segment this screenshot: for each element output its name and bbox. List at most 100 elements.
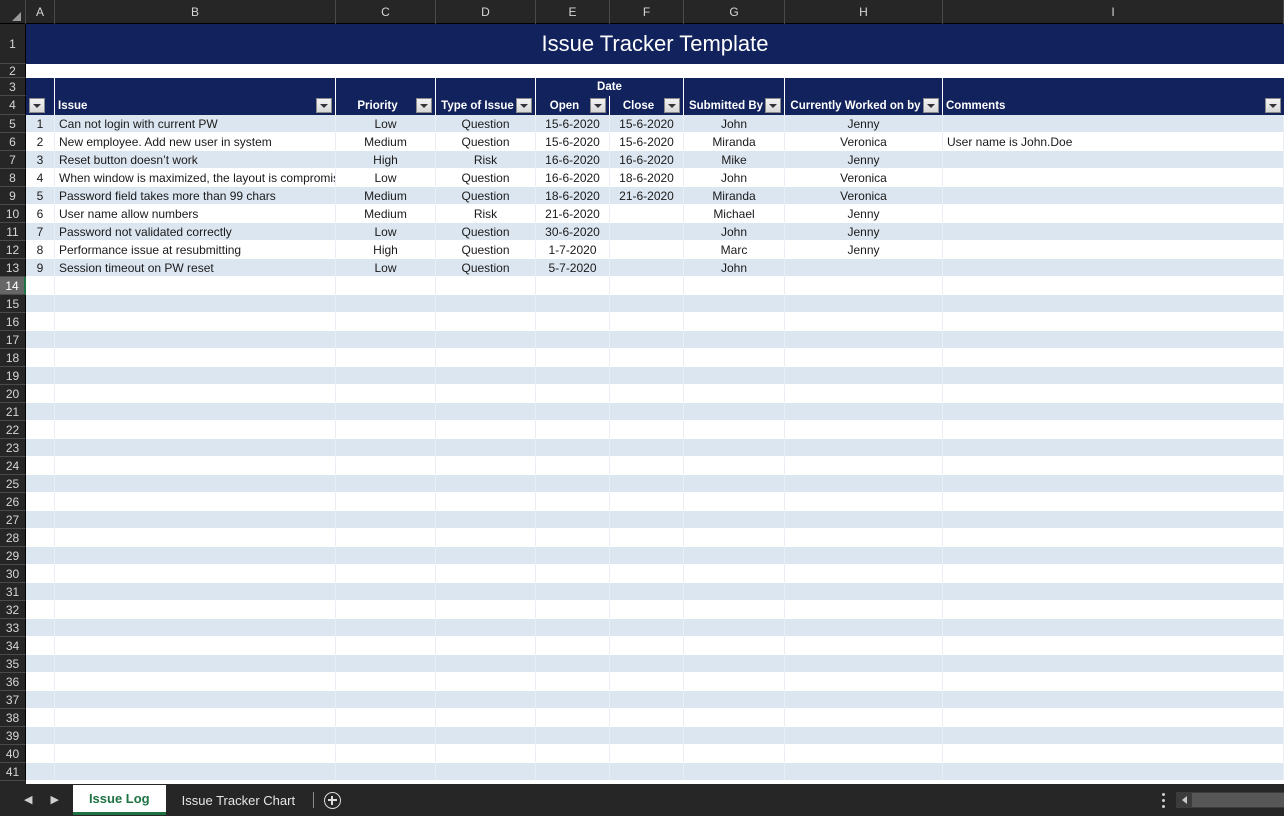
row-header-36[interactable]: 36	[0, 673, 26, 691]
empty-cell[interactable]	[785, 277, 943, 295]
row-header-28[interactable]: 28	[0, 529, 26, 547]
empty-cell[interactable]	[55, 457, 336, 475]
empty-cell[interactable]	[55, 331, 336, 349]
row-header-4[interactable]: 4	[0, 96, 26, 115]
cell-type-of-issue[interactable]: Question	[436, 223, 536, 241]
row-header-15[interactable]: 15	[0, 295, 26, 313]
empty-cell[interactable]	[336, 331, 436, 349]
empty-cell[interactable]	[26, 421, 55, 439]
empty-cell[interactable]	[336, 511, 436, 529]
row-header-19[interactable]: 19	[0, 367, 26, 385]
empty-cell[interactable]	[536, 493, 610, 511]
empty-cell[interactable]	[785, 727, 943, 745]
empty-cell[interactable]	[436, 403, 536, 421]
empty-cell[interactable]	[610, 583, 684, 601]
cell-type-of-issue[interactable]: Question	[436, 133, 536, 151]
cell-worked-on-by[interactable]: Jenny	[785, 205, 943, 223]
empty-cell[interactable]	[943, 547, 1284, 565]
cell-worked-on-by[interactable]	[785, 259, 943, 277]
empty-cell[interactable]	[684, 583, 785, 601]
empty-cell[interactable]	[336, 763, 436, 781]
empty-cell[interactable]	[26, 637, 55, 655]
row-header-3[interactable]: 3	[0, 78, 26, 96]
empty-cell[interactable]	[610, 529, 684, 547]
empty-cell[interactable]	[536, 349, 610, 367]
empty-cell[interactable]	[436, 493, 536, 511]
empty-cell[interactable]	[336, 565, 436, 583]
empty-cell[interactable]	[55, 403, 336, 421]
empty-cell[interactable]	[536, 421, 610, 439]
empty-cell[interactable]	[684, 727, 785, 745]
row-header-30[interactable]: 30	[0, 565, 26, 583]
empty-cell[interactable]	[610, 331, 684, 349]
empty-cell[interactable]	[436, 565, 536, 583]
row-header-22[interactable]: 22	[0, 421, 26, 439]
empty-cell[interactable]	[785, 367, 943, 385]
empty-cell[interactable]	[943, 385, 1284, 403]
empty-cell[interactable]	[336, 529, 436, 547]
empty-cell[interactable]	[684, 601, 785, 619]
cell-close[interactable]	[610, 223, 684, 241]
filter-dropdown-icon-close[interactable]	[664, 98, 680, 113]
empty-cell[interactable]	[536, 727, 610, 745]
empty-cell[interactable]	[336, 421, 436, 439]
empty-cell[interactable]	[610, 493, 684, 511]
empty-cell[interactable]	[536, 439, 610, 457]
empty-cell[interactable]	[26, 403, 55, 421]
empty-cell[interactable]	[55, 745, 336, 763]
empty-cell[interactable]	[943, 313, 1284, 331]
empty-cell[interactable]	[943, 529, 1284, 547]
sheet-next-icon[interactable]: ▶	[50, 794, 58, 806]
empty-cell[interactable]	[336, 475, 436, 493]
cell-submitted-by[interactable]: Marc	[684, 241, 785, 259]
empty-cell[interactable]	[536, 745, 610, 763]
empty-cell[interactable]	[785, 673, 943, 691]
cell-open[interactable]: 15-6-2020	[536, 115, 610, 133]
empty-cell[interactable]	[336, 313, 436, 331]
empty-cell[interactable]	[610, 709, 684, 727]
cell-issue[interactable]: Password field takes more than 99 chars	[55, 187, 336, 205]
cell-submitted-by[interactable]: John	[684, 169, 785, 187]
empty-cell[interactable]	[785, 547, 943, 565]
cell-open[interactable]: 18-6-2020	[536, 187, 610, 205]
row-header-24[interactable]: 24	[0, 457, 26, 475]
empty-cell[interactable]	[55, 709, 336, 727]
filter-dropdown-icon-rownum[interactable]	[29, 98, 45, 113]
column-header-d[interactable]: D	[436, 0, 536, 24]
cell-type-of-issue[interactable]: Question	[436, 115, 536, 133]
empty-cell[interactable]	[684, 565, 785, 583]
empty-cell[interactable]	[336, 457, 436, 475]
empty-cell[interactable]	[785, 655, 943, 673]
empty-cell[interactable]	[436, 655, 536, 673]
cell-comments[interactable]	[943, 241, 1284, 259]
empty-cell[interactable]	[785, 493, 943, 511]
empty-cell[interactable]	[536, 565, 610, 583]
row-header-38[interactable]: 38	[0, 709, 26, 727]
empty-cell[interactable]	[684, 385, 785, 403]
cell-worked-on-by[interactable]: Jenny	[785, 223, 943, 241]
row-header-23[interactable]: 23	[0, 439, 26, 457]
row-header-33[interactable]: 33	[0, 619, 26, 637]
cell-priority[interactable]: Low	[336, 115, 436, 133]
empty-cell[interactable]	[26, 619, 55, 637]
horizontal-scrollbar[interactable]	[1176, 792, 1284, 808]
row-header-31[interactable]: 31	[0, 583, 26, 601]
empty-cell[interactable]	[336, 583, 436, 601]
empty-cell[interactable]	[436, 313, 536, 331]
empty-cell[interactable]	[943, 457, 1284, 475]
empty-cell[interactable]	[943, 403, 1284, 421]
cell-priority[interactable]: Medium	[336, 133, 436, 151]
cell-rownum[interactable]: 4	[26, 169, 55, 187]
empty-cell[interactable]	[336, 673, 436, 691]
cell-priority[interactable]: Low	[336, 169, 436, 187]
cell-rownum[interactable]: 7	[26, 223, 55, 241]
cell-comments[interactable]	[943, 223, 1284, 241]
empty-cell[interactable]	[26, 745, 55, 763]
empty-cell[interactable]	[610, 547, 684, 565]
empty-cell[interactable]	[610, 619, 684, 637]
empty-cell[interactable]	[536, 673, 610, 691]
empty-cell[interactable]	[943, 295, 1284, 313]
empty-cell[interactable]	[436, 475, 536, 493]
cell-type-of-issue[interactable]: Question	[436, 241, 536, 259]
empty-cell[interactable]	[943, 583, 1284, 601]
